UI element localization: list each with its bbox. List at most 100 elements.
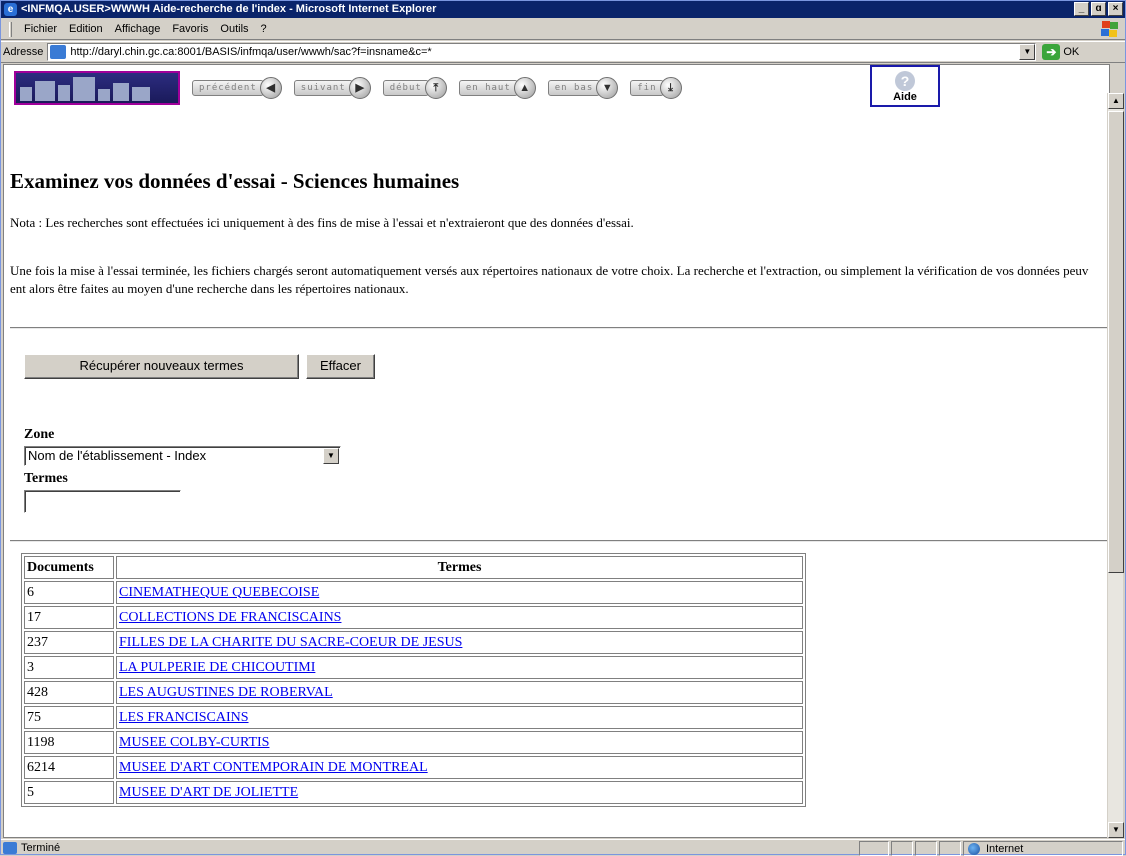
- status-panel: [939, 841, 961, 856]
- menu-favoris[interactable]: Favoris: [166, 23, 214, 35]
- term-link[interactable]: LA PULPERIE DE CHICOUTIMI: [119, 660, 315, 675]
- zone-select[interactable]: Nom de l'établissement - Index ▼: [24, 446, 341, 466]
- scroll-down-icon[interactable]: ▼: [1108, 822, 1124, 838]
- security-zone[interactable]: Internet: [963, 841, 1123, 856]
- zone-text: Internet: [986, 842, 1024, 855]
- status-bar: Terminé Internet: [1, 839, 1125, 856]
- terms-input[interactable]: [24, 490, 181, 513]
- table-row: 237 FILLES DE LA CHARITE DU SACRE-COEUR D…: [24, 631, 803, 654]
- column-header-documents: Documents: [24, 556, 114, 579]
- address-label: Adresse: [3, 46, 44, 58]
- column-header-terms: Termes: [116, 556, 803, 579]
- menu-help[interactable]: ?: [255, 23, 273, 35]
- row-term-cell: CINEMATHEQUE QUEBECOISE: [116, 581, 803, 604]
- nav-down-label: en bas: [547, 80, 601, 96]
- term-link[interactable]: LES AUGUSTINES DE ROBERVAL: [119, 685, 333, 700]
- chevron-down-icon[interactable]: ▼: [323, 448, 339, 464]
- term-link[interactable]: CINEMATHEQUE QUEBECOISE: [119, 585, 319, 600]
- row-count: 3: [24, 656, 114, 679]
- page-icon: [50, 45, 67, 59]
- globe-icon: [968, 842, 980, 855]
- table-row: 3 LA PULPERIE DE CHICOUTIMI: [24, 656, 803, 679]
- nav-start-button[interactable]: début ⤒: [382, 75, 447, 101]
- help-label: Aide: [893, 91, 917, 103]
- nav-banner: précédent ◀ suivant ▶ début ⤒ en haut ▲ …: [14, 69, 682, 107]
- nav-up-button[interactable]: en haut ▲: [458, 75, 536, 101]
- menu-outils[interactable]: Outils: [214, 23, 254, 35]
- nav-end-button[interactable]: fin ⤓: [630, 75, 682, 101]
- title-bar: e <INFMQA.USER>WWWH Aide-recherche de l'…: [1, 1, 1125, 18]
- table-header-row: Documents Termes: [24, 556, 803, 579]
- term-link[interactable]: MUSEE D'ART CONTEMPORAIN DE MONTREAL: [119, 760, 428, 775]
- nav-end-label: fin: [630, 80, 664, 96]
- row-term-cell: MUSEE D'ART CONTEMPORAIN DE MONTREAL: [116, 756, 803, 779]
- vertical-scrollbar[interactable]: ▲ ▼: [1107, 93, 1124, 838]
- row-count: 75: [24, 706, 114, 729]
- table-row: 428 LES AUGUSTINES DE ROBERVAL: [24, 681, 803, 704]
- help-button[interactable]: ? Aide: [870, 65, 940, 107]
- page-title: Examinez vos données d'essai - Sciences …: [10, 169, 460, 193]
- zone-select-value[interactable]: Nom de l'établissement - Index: [28, 448, 206, 463]
- page-content: précédent ◀ suivant ▶ début ⤒ en haut ▲ …: [3, 64, 1110, 838]
- note-text: Nota : Les recherches sont effectuées ic…: [10, 215, 634, 230]
- term-link[interactable]: MUSEE D'ART DE JOLIETTE: [119, 785, 298, 800]
- minimize-button[interactable]: _: [1074, 2, 1089, 16]
- window-title: <INFMQA.USER>WWWH Aide-recherche de l'in…: [21, 3, 437, 15]
- row-count: 6: [24, 581, 114, 604]
- row-count: 5: [24, 781, 114, 804]
- row-term-cell: LES FRANCISCAINS: [116, 706, 803, 729]
- close-button[interactable]: ×: [1108, 2, 1123, 16]
- term-link[interactable]: LES FRANCISCAINS: [119, 710, 249, 725]
- page-status-icon: [3, 842, 17, 854]
- nav-previous-label: précédent: [192, 80, 264, 96]
- windows-flag-icon: [1101, 21, 1119, 37]
- row-count: 1198: [24, 731, 114, 754]
- menu-edition[interactable]: Edition: [63, 23, 109, 35]
- row-term-cell: MUSEE COLBY-CURTIS: [116, 731, 803, 754]
- table-row: 75 LES FRANCISCAINS: [24, 706, 803, 729]
- address-url[interactable]: http://daryl.chin.gc.ca:8001/BASIS/infmq…: [70, 46, 431, 58]
- address-input[interactable]: http://daryl.chin.gc.ca:8001/BASIS/infmq…: [47, 43, 1037, 61]
- clear-button[interactable]: Effacer: [306, 354, 375, 379]
- help-icon: ?: [895, 71, 915, 91]
- term-link[interactable]: COLLECTIONS DE FRANCISCAINS: [119, 610, 341, 625]
- nav-next-label: suivant: [293, 80, 353, 96]
- arrow-down-icon: ▼: [596, 77, 619, 99]
- ie-logo-icon: e: [4, 3, 17, 16]
- site-logo[interactable]: [14, 71, 180, 105]
- maximize-button[interactable]: ɑ: [1091, 2, 1106, 16]
- scroll-thumb[interactable]: [1108, 111, 1124, 573]
- status-panel: [891, 841, 913, 856]
- scroll-up-icon[interactable]: ▲: [1108, 93, 1124, 109]
- term-link[interactable]: FILLES DE LA CHARITE DU SACRE-COEUR DE J…: [119, 635, 462, 650]
- status-text: Terminé: [21, 842, 61, 854]
- chevron-down-icon[interactable]: ▼: [1019, 44, 1036, 60]
- nav-down-button[interactable]: en bas ▼: [547, 75, 619, 101]
- fetch-terms-button[interactable]: Récupérer nouveaux termes: [24, 354, 299, 379]
- nav-start-label: début: [382, 80, 429, 96]
- row-term-cell: LES AUGUSTINES DE ROBERVAL: [116, 681, 803, 704]
- nav-up-label: en haut: [458, 80, 518, 96]
- row-count: 6214: [24, 756, 114, 779]
- row-term-cell: COLLECTIONS DE FRANCISCAINS: [116, 606, 803, 629]
- divider: [10, 327, 1108, 329]
- nav-previous-button[interactable]: précédent ◀: [192, 75, 282, 101]
- zone-label: Zone: [24, 427, 55, 442]
- go-label[interactable]: OK: [1063, 46, 1079, 58]
- status-panel: [915, 841, 937, 856]
- nav-next-button[interactable]: suivant ▶: [293, 75, 371, 101]
- go-arrow-icon[interactable]: ➔: [1042, 44, 1061, 60]
- go-button[interactable]: ➔ OK: [1042, 44, 1079, 60]
- menu-affichage[interactable]: Affichage: [109, 23, 167, 35]
- menu-fichier[interactable]: Fichier: [18, 23, 63, 35]
- terms-label: Termes: [24, 471, 68, 486]
- arrow-end-icon: ⤓: [659, 77, 682, 99]
- arrow-top-icon: ⤒: [424, 77, 447, 99]
- row-term-cell: FILLES DE LA CHARITE DU SACRE-COEUR DE J…: [116, 631, 803, 654]
- table-row: 1198 MUSEE COLBY-CURTIS: [24, 731, 803, 754]
- term-link[interactable]: MUSEE COLBY-CURTIS: [119, 735, 269, 750]
- row-count: 237: [24, 631, 114, 654]
- menu-bar: Fichier Edition Affichage Favoris Outils…: [1, 19, 1125, 40]
- toolbar-grip[interactable]: [9, 21, 12, 37]
- address-bar: Adresse http://daryl.chin.gc.ca:8001/BAS…: [1, 41, 1125, 63]
